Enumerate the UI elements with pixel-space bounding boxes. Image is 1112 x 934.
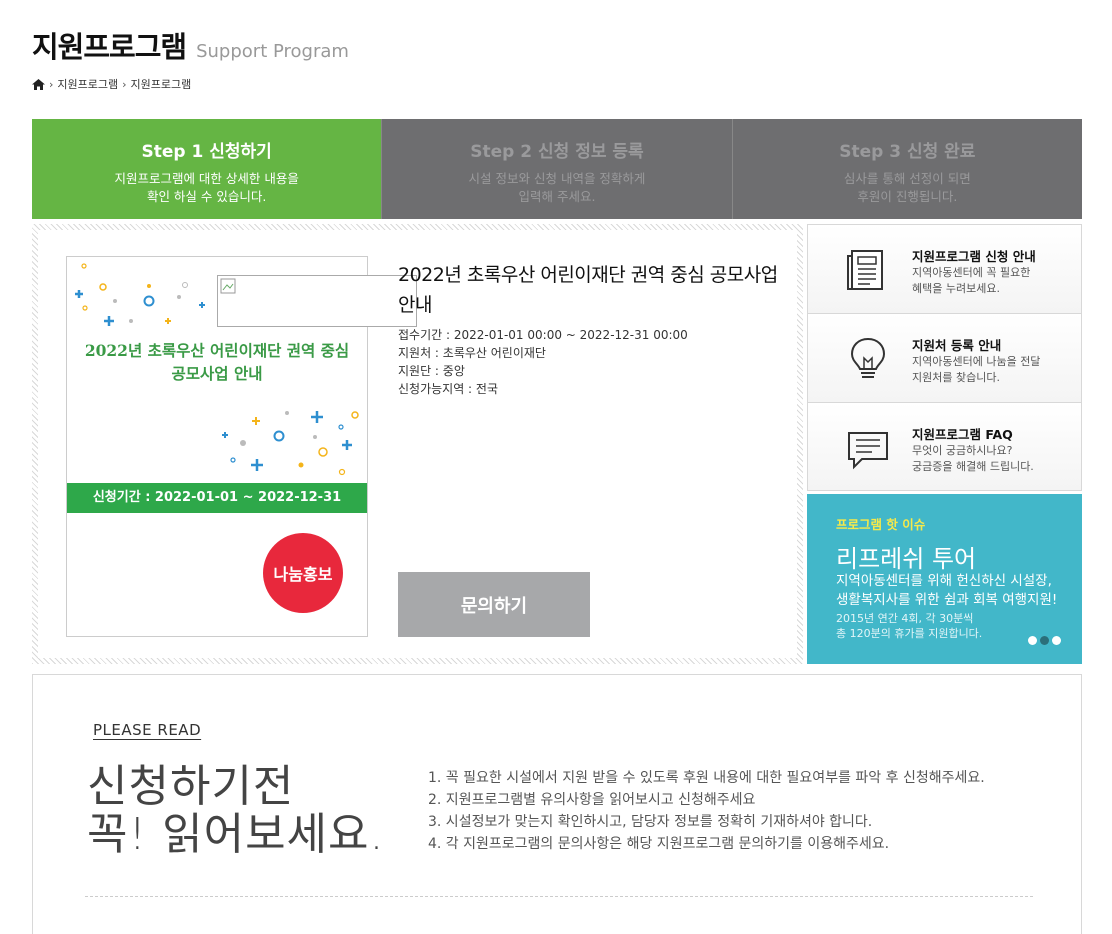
heading-line: 신청하기전 (87, 761, 295, 812)
step-desc-line: 심사를 통해 선정이 되면 (843, 171, 971, 186)
side-item-title: 지원처 등록 안내 (912, 338, 1002, 353)
side-desc-line: 궁금증을 해결해 드립니다. (912, 460, 1034, 473)
confetti-decoration (75, 263, 205, 326)
breadcrumb-item[interactable]: 지원프로그램 (57, 76, 118, 92)
side-item-faq[interactable]: 지원프로그램 FAQ 무엇이 궁금하시나요? 궁금증을 해결해 드립니다. (807, 402, 1082, 491)
side-item-desc: 지역아동센터에 꼭 필요한 혜택을 누려보세요. (912, 265, 1030, 297)
program-region: 신청가능지역 : 전국 (398, 382, 498, 396)
side-desc-line: 혜택을 누려보세요. (912, 282, 1000, 295)
inquiry-button[interactable]: 문의하기 (398, 572, 590, 637)
hot-body-line: 생활복지사를 위한 쉼과 회복 여행지원! (836, 592, 1058, 608)
program-info: 2022년 초록우산 어린이재단 권역 중심 공모사업 안내 접수기간 : 20… (398, 260, 798, 398)
promo-badge: 나눔홍보 (263, 533, 343, 613)
step-desc-line: 후원이 진행됩니다. (857, 189, 958, 204)
poster-period: 신청기간 : 2022-01-01 ~ 2022-12-31 (67, 483, 367, 513)
side-menu: 지원프로그램 신청 안내 지역아동센터에 꼭 필요한 혜택을 누려보세요. 지원… (807, 224, 1082, 491)
broken-image (217, 275, 417, 327)
breadcrumb-item[interactable]: 지원프로그램 (131, 76, 192, 92)
chevron-right-icon: › (122, 77, 127, 91)
step-desc: 심사를 통해 선정이 되면 후원이 진행됩니다. (733, 170, 1082, 206)
notice-item: 3. 시설정보가 맞는지 확인하시고, 담당자 정보를 정확히 기재하셔야 합니… (428, 814, 873, 830)
hot-issue-banner[interactable]: 프로그램 핫 이슈 리프레쉬 투어 지역아동센터를 위해 헌신하신 시설장, 생… (807, 494, 1082, 664)
page-title-en: Support Program (196, 41, 349, 62)
side-desc-line: 무엇이 궁금하시나요? (912, 444, 1013, 457)
page-header: 지원프로그램 Support Program › 지원프로그램 › 지원프로그램 (32, 24, 349, 92)
please-read-section: PLEASE READ 신청하기전 꼭! 읽어보세요. 1. 꼭 필요한 시설에… (32, 674, 1082, 934)
hot-issue-body: 지역아동센터를 위해 헌신하신 시설장, 생활복지사를 위한 쉼과 회복 여행지… (836, 572, 1057, 610)
hot-sub-line: 총 120분의 휴가를 지원합니다. (836, 627, 983, 640)
document-icon (847, 250, 883, 290)
program-title: 2022년 초록우산 어린이재단 권역 중심 공모사업 안내 (398, 264, 778, 316)
step-title: Step 2 신청 정보 등록 (470, 142, 644, 162)
side-item-title: 지원프로그램 신청 안내 (912, 249, 1036, 264)
program-org: 지원처 : 초록우산 어린이재단 (398, 346, 546, 360)
carousel-dot[interactable] (1052, 636, 1061, 645)
page-title-ko: 지원프로그램 (32, 30, 187, 64)
notice-item: 1. 꼭 필요한 시설에서 지원 받을 수 있도록 후원 내용에 대한 필요여부… (428, 770, 985, 786)
step-3: Step 3 신청 완료 심사를 통해 선정이 되면 후원이 진행됩니다. (732, 119, 1082, 219)
hot-issue-sub: 2015년 연간 4회, 각 30분씩 총 120분의 휴가를 지원합니다. (836, 611, 982, 641)
hot-issue-label: 프로그램 핫 이슈 (836, 517, 926, 532)
side-desc-line: 지원처를 찾습니다. (912, 371, 1000, 384)
page-title: 지원프로그램 Support Program (32, 24, 349, 66)
step-desc-line: 시설 정보와 신청 내역을 정확하게 (468, 171, 646, 186)
step-1: Step 1 신청하기 지원프로그램에 대한 상세한 내용을 확인 하실 수 있… (32, 119, 383, 219)
step-title: Step 3 신청 완료 (839, 142, 976, 162)
side-desc-line: 지역아동센터에 꼭 필요한 (912, 266, 1031, 279)
side-item-desc: 무엇이 궁금하시나요? 궁금증을 해결해 드립니다. (912, 443, 1034, 475)
side-item-title: 지원프로그램 FAQ (912, 427, 1013, 442)
chat-icon (848, 432, 888, 470)
notice-item: 4. 각 지원프로그램의 문의사항은 해당 지원프로그램 문의하기를 이용해주세… (428, 836, 890, 852)
breadcrumb: › 지원프로그램 › 지원프로그램 (32, 76, 349, 92)
side-desc-line: 지역아동센터에 나눔을 전달 (912, 355, 1041, 368)
step-desc-line: 확인 하실 수 있습니다. (146, 189, 267, 204)
carousel-dot[interactable] (1028, 636, 1037, 645)
program-detail: 2022년 초록우산 어린이재단 권역 중심 공모사업 안내 신청기간 : 20… (32, 224, 803, 664)
hot-sub-line: 2015년 연간 4회, 각 30분씩 (836, 612, 974, 625)
program-meta: 접수기간 : 2022-01-01 00:00 ~ 2022-12-31 00:… (398, 326, 798, 398)
program-group: 지원단 : 중앙 (398, 364, 465, 378)
heading-line: 꼭! 읽어보세요. (87, 809, 385, 860)
notice-list: 1. 꼭 필요한 시설에서 지원 받을 수 있도록 후원 내용에 대한 필요여부… (428, 767, 985, 855)
side-item-desc: 지역아동센터에 나눔을 전달 지원처를 찾습니다. (912, 354, 1040, 386)
poster-title: 2022년 초록우산 어린이재단 권역 중심 공모사업 안내 (84, 341, 350, 383)
side-item-sponsor-guide[interactable]: 지원처 등록 안내 지역아동센터에 나눔을 전달 지원처를 찾습니다. (807, 313, 1082, 402)
notice-item: 2. 지원프로그램별 유의사항을 읽어보시고 신청해주세요 (428, 792, 756, 808)
carousel-dots (1028, 636, 1061, 645)
step-2: Step 2 신청 정보 등록 시설 정보와 신청 내역을 정확하게 입력해 주… (382, 119, 733, 219)
step-desc: 시설 정보와 신청 내역을 정확하게 입력해 주세요. (382, 170, 731, 206)
hot-issue-title: 리프레쉬 투어 (836, 545, 977, 573)
divider (85, 896, 1033, 897)
step-title: Step 1 신청하기 (141, 142, 272, 162)
side-item-apply-guide[interactable]: 지원프로그램 신청 안내 지역아동센터에 꼭 필요한 혜택을 누려보세요. (807, 224, 1082, 313)
broken-image-icon (220, 278, 236, 294)
lightbulb-icon (850, 337, 886, 378)
chevron-right-icon: › (49, 77, 54, 91)
step-progress: Step 1 신청하기 지원프로그램에 대한 상세한 내용을 확인 하실 수 있… (32, 119, 1082, 219)
step-desc-line: 지원프로그램에 대한 상세한 내용을 (114, 171, 299, 186)
program-detail-inner: 2022년 초록우산 어린이재단 권역 중심 공모사업 안내 신청기간 : 20… (38, 230, 797, 658)
step-desc: 지원프로그램에 대한 상세한 내용을 확인 하실 수 있습니다. (32, 170, 381, 206)
confetti-decoration (222, 411, 359, 476)
program-period: 접수기간 : 2022-01-01 00:00 ~ 2022-12-31 00:… (398, 328, 688, 342)
carousel-dot-active[interactable] (1040, 636, 1049, 645)
hot-body-line: 지역아동센터를 위해 헌신하신 시설장, (836, 573, 1052, 589)
please-read-label: PLEASE READ (93, 721, 202, 739)
home-icon[interactable] (32, 78, 45, 90)
step-desc-line: 입력해 주세요. (518, 189, 596, 204)
please-read-heading: 신청하기전 꼭! 읽어보세요. (87, 763, 385, 859)
